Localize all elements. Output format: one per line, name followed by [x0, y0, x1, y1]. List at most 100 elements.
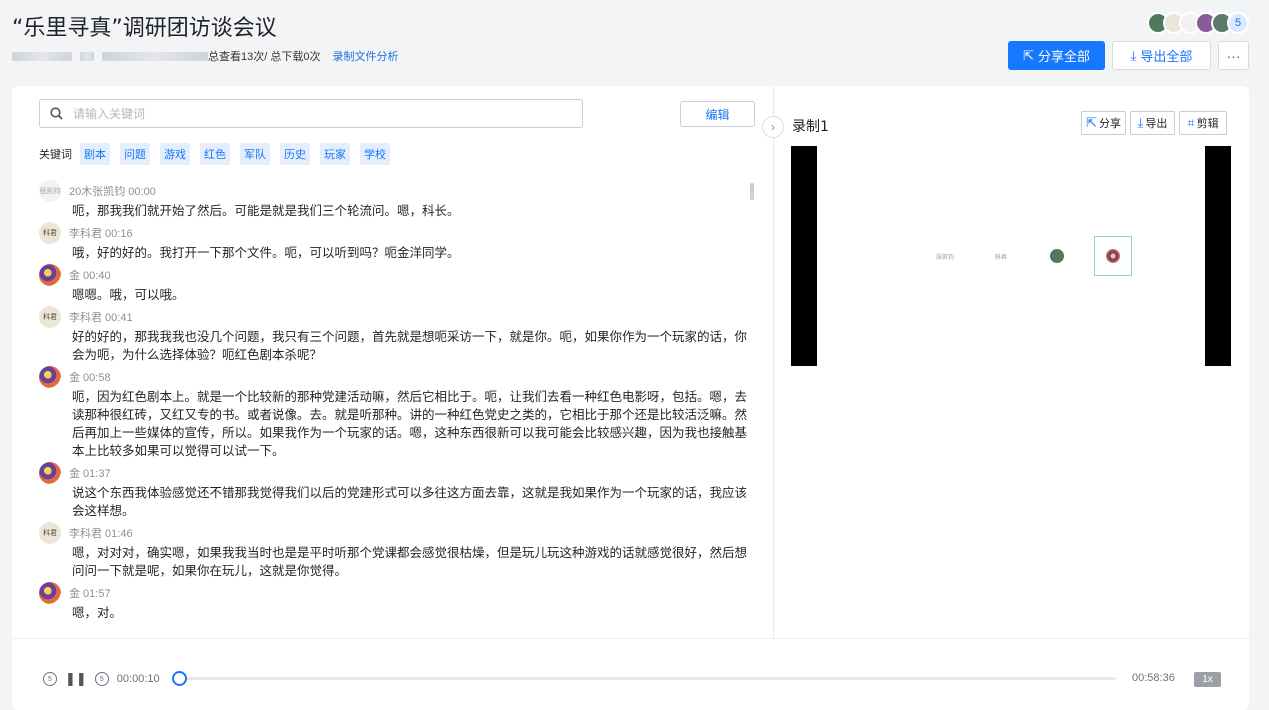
blurred-owner — [12, 51, 72, 61]
search-placeholder: 请输入关键词 — [73, 107, 146, 121]
main-card: 请输入关键词 编辑 关键词 剧本 问题 游戏 红色 军队 历史 玩家 学校 张凯… — [12, 86, 1249, 710]
edit-button[interactable]: 编辑 — [680, 101, 755, 127]
utterance-text: 呃，那我我们就开始了然后。可能是就是我们三个轮流问。嗯，科长。 — [72, 203, 460, 218]
recording-title: 录制1 — [792, 119, 829, 135]
speaker-line: 金 01:37 — [39, 462, 749, 484]
speaker-time: 李科君 00:41 — [69, 312, 133, 324]
speaker-time: 金 01:37 — [69, 468, 111, 480]
speed-button[interactable]: 1x — [1194, 672, 1221, 687]
speaker-line: 张凯钧 20木张凯钧 00:00 — [39, 180, 749, 202]
speaker-time: 金 00:58 — [69, 372, 111, 384]
avatar: 科君 — [39, 222, 61, 244]
page-title: “乐里寻真”调研团访谈会议 — [12, 16, 277, 41]
avatar: 张凯钧 — [39, 180, 61, 202]
pause-icon[interactable]: ❚❚ — [65, 671, 87, 687]
participant-tile-active — [1094, 236, 1132, 276]
letterbox-left — [791, 146, 817, 366]
utterance-text: 嗯，对。 — [72, 605, 123, 620]
letterbox-right — [1205, 146, 1231, 366]
clip-label: 剪辑 — [1196, 118, 1219, 130]
crop-icon: ⌗ — [1187, 115, 1195, 130]
keyword-tag[interactable]: 历史 — [280, 143, 310, 165]
speaker-time: 金 00:40 — [69, 270, 111, 282]
share-button[interactable]: ⇱ 分享 — [1081, 111, 1126, 135]
forward-icon[interactable]: 5 — [94, 672, 109, 686]
participant-tiles: 张凯钧 科君 — [926, 236, 1132, 276]
collapse-button[interactable]: › — [762, 116, 784, 138]
export-label: 导出 — [1145, 118, 1168, 130]
search-input[interactable]: 请输入关键词 — [39, 99, 583, 128]
avatar — [39, 264, 61, 286]
export-all-label: 导出全部 — [1140, 49, 1193, 64]
share-icon: ⇱ — [1023, 47, 1034, 63]
progress-track[interactable] — [171, 671, 1116, 686]
blurred-date — [102, 51, 208, 61]
search-icon — [50, 107, 63, 120]
speaker-time: 李科君 01:46 — [69, 528, 133, 540]
speaker-line: 金 01:57 — [39, 582, 749, 604]
analysis-link[interactable]: 录制文件分析 — [332, 48, 398, 64]
utterance-text: 哦，好的好的。我打开一下那个文件。呃，可以听到吗？呃金洋同学。 — [72, 245, 460, 260]
participant-tile: 张凯钧 — [935, 254, 954, 261]
list-item: 金 01:37 说这个东西我体验感觉还不错那我觉得我们以后的党建形式可以多往这方… — [39, 462, 749, 520]
keyword-tag[interactable]: 玩家 — [320, 143, 350, 165]
list-item: 金 01:57 嗯，对。 — [39, 582, 749, 622]
list-item: 科君 李科君 00:16 哦，好的好的。我打开一下那个文件。呃，可以听到吗？呃金洋… — [39, 222, 749, 262]
share-label: 分享 — [1098, 118, 1121, 130]
utterance-text: 说这个东西我体验感觉还不错那我觉得我们以后的党建形式可以多往这方面去靠，这就是我… — [72, 485, 748, 518]
utterance-text: 好的好的，那我我我也没几个问题，我只有三个问题，首先就是想呃采访一下，就是你。呃… — [72, 329, 748, 362]
export-button[interactable]: ⤓ 导出 — [1130, 111, 1175, 135]
duration: 00:58:36 — [1132, 672, 1175, 684]
rewind-icon[interactable]: 5 — [43, 672, 57, 686]
avatar — [1106, 249, 1120, 263]
avatar: 科君 — [39, 306, 61, 328]
speaker-line: 金 00:40 — [39, 264, 749, 286]
speaker-line: 金 00:58 — [39, 366, 749, 388]
current-time: 00:00:10 — [116, 673, 160, 685]
speaker-line: 科君 李科君 00:41 — [39, 306, 749, 328]
keyword-bar: 关键词 剧本 问题 游戏 红色 军队 历史 玩家 学校 — [39, 143, 390, 165]
audio-player: 5 ❚❚ 5 00:00:10 00:58:36 1x — [12, 638, 1249, 710]
transcript-list[interactable]: 张凯钧 20木张凯钧 00:00 呃，那我我们就开始了然后。可能是就是我们三个轮流… — [39, 180, 749, 638]
list-item: 张凯钧 20木张凯钧 00:00 呃，那我我们就开始了然后。可能是就是我们三个轮流… — [39, 180, 749, 220]
clip-button[interactable]: ⌗ 剪辑 — [1179, 111, 1227, 135]
keyword-tag[interactable]: 红色 — [200, 143, 230, 165]
keywords-label: 关键词 — [39, 149, 72, 161]
list-item: 科君 李科君 00:41 好的好的，那我我我也没几个问题，我只有三个问题，首先就是… — [39, 306, 749, 364]
list-item: 科君 李科君 01:46 嗯，对对对，确实嗯，如果我我当时也是是平时听那个党课都会… — [39, 522, 749, 580]
participant-tile — [1038, 236, 1076, 276]
keyword-tag[interactable]: 军队 — [240, 143, 270, 165]
keyword-tag[interactable]: 游戏 — [160, 143, 190, 165]
avatar — [39, 582, 61, 604]
meta-row: 总查看13次/ 总下载0次 录制文件分析 — [12, 48, 398, 64]
share-all-button[interactable]: ⇱ 分享全部 — [1008, 41, 1105, 70]
share-icon: ⇱ — [1086, 115, 1097, 130]
transcript-panel: 请输入关键词 编辑 关键词 剧本 问题 游戏 红色 军队 历史 玩家 学校 张凯… — [12, 86, 774, 638]
utterance-text: 嗯，对对对，确实嗯，如果我我当时也是是平时听那个党课都会感觉很枯燥，但是玩儿玩这… — [72, 545, 748, 578]
blurred-owner-2 — [80, 51, 94, 61]
video-preview[interactable]: 张凯钧 科君 — [791, 146, 1231, 366]
scrollbar[interactable] — [750, 183, 754, 200]
view-download-stats: 总查看13次/ 总下载0次 — [208, 51, 321, 63]
list-item: 金 00:40 嗯嗯。哦，可以哦。 — [39, 264, 749, 304]
avatar — [39, 462, 61, 484]
utterance-text: 嗯嗯。哦，可以哦。 — [72, 287, 185, 302]
download-icon: ⤓ — [1130, 47, 1137, 63]
participant-count-badge: 5 — [1227, 12, 1249, 34]
page-header: “乐里寻真”调研团访谈会议 总查看13次/ 总下载0次 录制文件分析 5 ⇱ 分… — [0, 0, 1269, 86]
progress-handle[interactable] — [171, 671, 187, 686]
player-controls: 5 ❚❚ 5 00:00:10 — [43, 671, 160, 687]
speaker-line: 科君 李科君 00:16 — [39, 222, 749, 244]
speaker-time: 李科君 00:16 — [69, 228, 133, 240]
keyword-tag[interactable]: 问题 — [120, 143, 150, 165]
share-all-label: 分享全部 — [1037, 49, 1090, 64]
more-button[interactable]: ··· — [1218, 41, 1249, 70]
download-icon: ⤓ — [1137, 115, 1144, 130]
avatar — [1050, 249, 1064, 263]
keyword-tag[interactable]: 剧本 — [80, 143, 110, 165]
export-all-button[interactable]: ⤓ 导出全部 — [1112, 41, 1211, 70]
utterance-text: 呃，因为红色剧本上。就是一个比较新的那种党建活动嘛，然后它相比于。呃，让我们去看… — [72, 389, 748, 458]
keyword-tag[interactable]: 学校 — [360, 143, 390, 165]
participant-avatars[interactable]: 5 — [1147, 12, 1249, 34]
avatar — [39, 366, 61, 388]
